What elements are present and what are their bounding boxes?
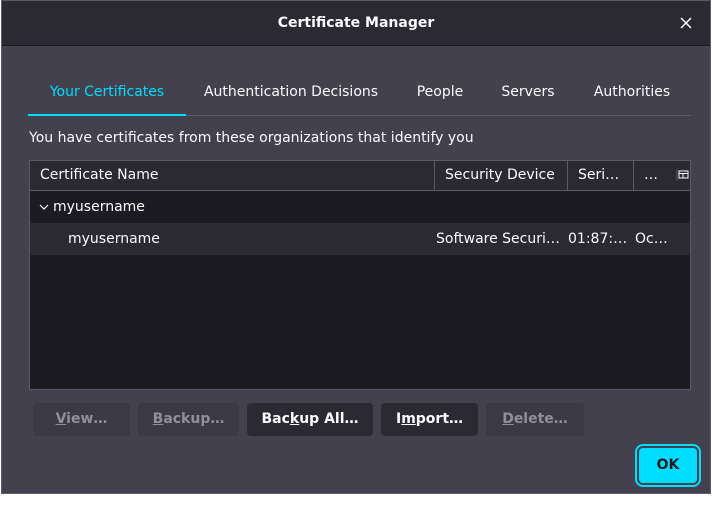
tree-header: Certificate Name Security Device Seri… … xyxy=(30,161,690,191)
tree-group-row[interactable]: myusername xyxy=(30,191,690,223)
column-picker-button[interactable] xyxy=(676,167,690,183)
table-row[interactable]: myusername Software Securi… 01:87:… Oc… xyxy=(30,223,690,255)
action-buttons: View… Backup… Backup All… Import… Delete… xyxy=(33,403,593,437)
ok-button[interactable]: OK xyxy=(639,448,697,483)
chevron-down-icon xyxy=(39,204,49,210)
column-security-device[interactable]: Security Device xyxy=(434,161,567,190)
column-picker-icon xyxy=(676,169,689,181)
cell-expires-on: Oc… xyxy=(635,231,668,247)
certificate-manager-dialog: Certificate Manager Your Certificates Au… xyxy=(1,0,711,494)
column-expires-on[interactable]: … xyxy=(633,161,675,190)
window-title: Certificate Manager xyxy=(277,15,435,31)
tab-strip: Your Certificates Authentication Decisio… xyxy=(28,73,691,116)
backup-all-button[interactable]: Backup All… xyxy=(247,403,373,436)
tab-your-certificates[interactable]: Your Certificates xyxy=(28,73,186,116)
column-serial-number[interactable]: Seri… xyxy=(567,161,633,190)
twisty-expanded[interactable] xyxy=(38,191,50,223)
column-certificate-name[interactable]: Certificate Name xyxy=(40,161,433,190)
tab-authentication-decisions[interactable]: Authentication Decisions xyxy=(194,73,388,114)
tab-authorities[interactable]: Authorities xyxy=(582,73,682,114)
title-bar: Certificate Manager xyxy=(2,1,710,46)
close-icon xyxy=(680,17,692,29)
view-button[interactable]: View… xyxy=(33,403,130,436)
close-button[interactable] xyxy=(676,13,696,33)
group-label: myusername xyxy=(53,199,145,215)
description-text: You have certificates from these organiz… xyxy=(29,130,474,146)
cell-serial-number: 01:87:… xyxy=(568,231,628,247)
tab-people[interactable]: People xyxy=(406,73,474,114)
cell-security-device: Software Securi… xyxy=(436,231,560,247)
backup-button[interactable]: Backup… xyxy=(138,403,239,436)
import-button[interactable]: Import… xyxy=(381,403,478,436)
tab-servers[interactable]: Servers xyxy=(492,73,564,114)
cell-certificate-name: myusername xyxy=(68,231,160,247)
delete-button[interactable]: Delete… xyxy=(486,403,584,436)
certificate-tree[interactable]: Certificate Name Security Device Seri… …… xyxy=(29,160,691,390)
